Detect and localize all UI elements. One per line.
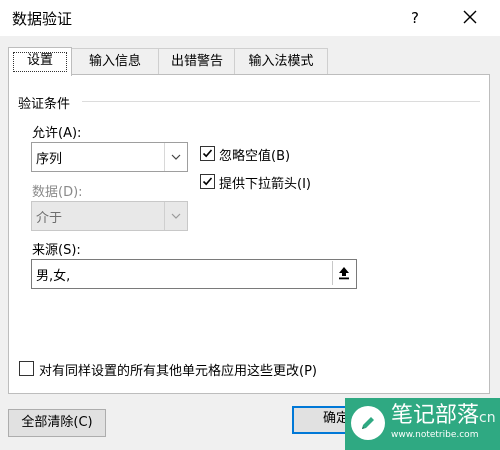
data-label: 数据(D): bbox=[32, 185, 83, 200]
data-select: 介于 bbox=[31, 201, 188, 231]
apply-all-label[interactable]: 对有同样设置的所有其他单元格应用这些更改(P) bbox=[39, 360, 317, 379]
validation-criteria-title: 验证条件 bbox=[18, 97, 71, 112]
chevron-down-icon bbox=[171, 154, 181, 160]
close-icon bbox=[463, 10, 477, 24]
allow-select[interactable]: 序列 bbox=[31, 142, 188, 172]
tab-input-message[interactable]: 输入信息 bbox=[70, 48, 160, 75]
source-label: 来源(S): bbox=[32, 243, 81, 258]
ignore-blank-label[interactable]: 忽略空值(B) bbox=[219, 145, 290, 164]
watermark-logo bbox=[351, 406, 385, 440]
close-button[interactable] bbox=[458, 5, 482, 29]
help-button[interactable]: ? bbox=[404, 7, 426, 29]
allow-dropdown-arrow[interactable] bbox=[164, 143, 187, 171]
in-cell-dropdown-checkbox[interactable] bbox=[200, 174, 215, 189]
checkmark-icon bbox=[202, 177, 213, 186]
collapse-dialog-icon bbox=[339, 267, 349, 280]
source-input[interactable]: 男,女, bbox=[31, 259, 357, 289]
source-input-value: 男,女, bbox=[36, 269, 71, 284]
data-dropdown-arrow bbox=[164, 202, 187, 230]
allow-select-value: 序列 bbox=[36, 152, 63, 167]
tab-ime-mode-label: 输入法模式 bbox=[248, 54, 314, 69]
watermark: 笔记部落cn www.notetribe.com bbox=[345, 398, 500, 450]
allow-label: 允许(A): bbox=[32, 126, 82, 141]
data-select-value: 介于 bbox=[36, 211, 63, 226]
pen-icon bbox=[362, 417, 374, 429]
watermark-url: www.notetribe.com bbox=[391, 430, 479, 440]
checkmark-icon bbox=[202, 149, 213, 158]
tab-input-message-label: 输入信息 bbox=[88, 54, 141, 69]
watermark-cn: cn bbox=[479, 410, 496, 426]
tab-error-alert[interactable]: 出错警告 bbox=[158, 48, 236, 75]
chevron-down-icon bbox=[171, 213, 181, 219]
clear-all-button[interactable]: 全部清除(C) bbox=[8, 409, 106, 437]
title-bar: 数据验证 ? bbox=[0, 0, 500, 36]
dialog-title: 数据验证 bbox=[12, 10, 73, 28]
group-divider bbox=[82, 101, 480, 102]
ignore-blank-checkbox[interactable] bbox=[200, 146, 215, 161]
data-validation-dialog: 数据验证 ? 设置 输入信息 出错警告 输入法模式 验证条件 允许(A): 序列 bbox=[0, 0, 500, 450]
apply-all-checkbox[interactable] bbox=[19, 361, 34, 376]
tab-error-alert-label: 出错警告 bbox=[170, 54, 223, 69]
watermark-title: 笔记部落cn bbox=[391, 403, 496, 431]
in-cell-dropdown-label[interactable]: 提供下拉箭头(I) bbox=[219, 173, 311, 192]
collapse-dialog-button[interactable] bbox=[332, 261, 355, 285]
tab-settings[interactable]: 设置 bbox=[8, 47, 72, 76]
tab-ime-mode[interactable]: 输入法模式 bbox=[234, 48, 328, 75]
watermark-title-text: 笔记部落 bbox=[391, 403, 480, 428]
focus-indicator bbox=[13, 52, 67, 72]
